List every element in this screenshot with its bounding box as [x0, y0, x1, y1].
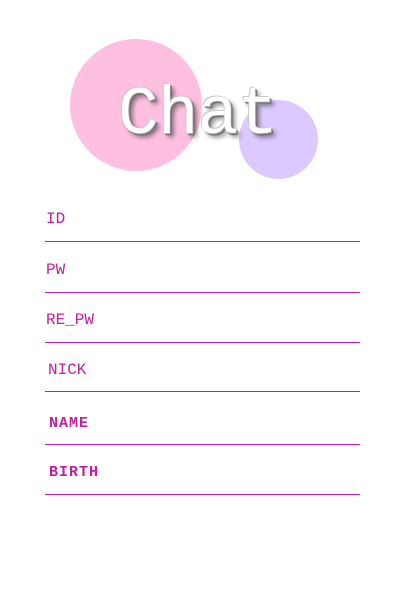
name-input[interactable] — [115, 407, 359, 433]
chat-logo: Chat — [0, 0, 400, 190]
birth-field[interactable]: BIRTH — [45, 445, 360, 495]
re-pw-field[interactable]: RE_PW — [45, 293, 360, 343]
re-pw-label: RE_PW — [46, 311, 95, 329]
nick-input[interactable] — [115, 357, 359, 383]
pw-input[interactable] — [115, 257, 359, 283]
id-label: ID — [46, 210, 66, 228]
name-label: NAME — [49, 415, 90, 432]
nick-field[interactable]: NICK — [45, 343, 360, 392]
id-field[interactable]: ID — [45, 192, 360, 242]
nick-label: NICK — [48, 361, 87, 379]
birth-label: BIRTH — [49, 464, 100, 481]
re-pw-input[interactable] — [115, 307, 359, 333]
id-input[interactable] — [115, 206, 359, 232]
app-title: Chat — [118, 77, 278, 154]
name-field[interactable]: NAME — [45, 393, 360, 445]
pw-label: PW — [46, 261, 66, 279]
pw-field[interactable]: PW — [45, 243, 360, 293]
birth-input[interactable] — [115, 459, 359, 485]
